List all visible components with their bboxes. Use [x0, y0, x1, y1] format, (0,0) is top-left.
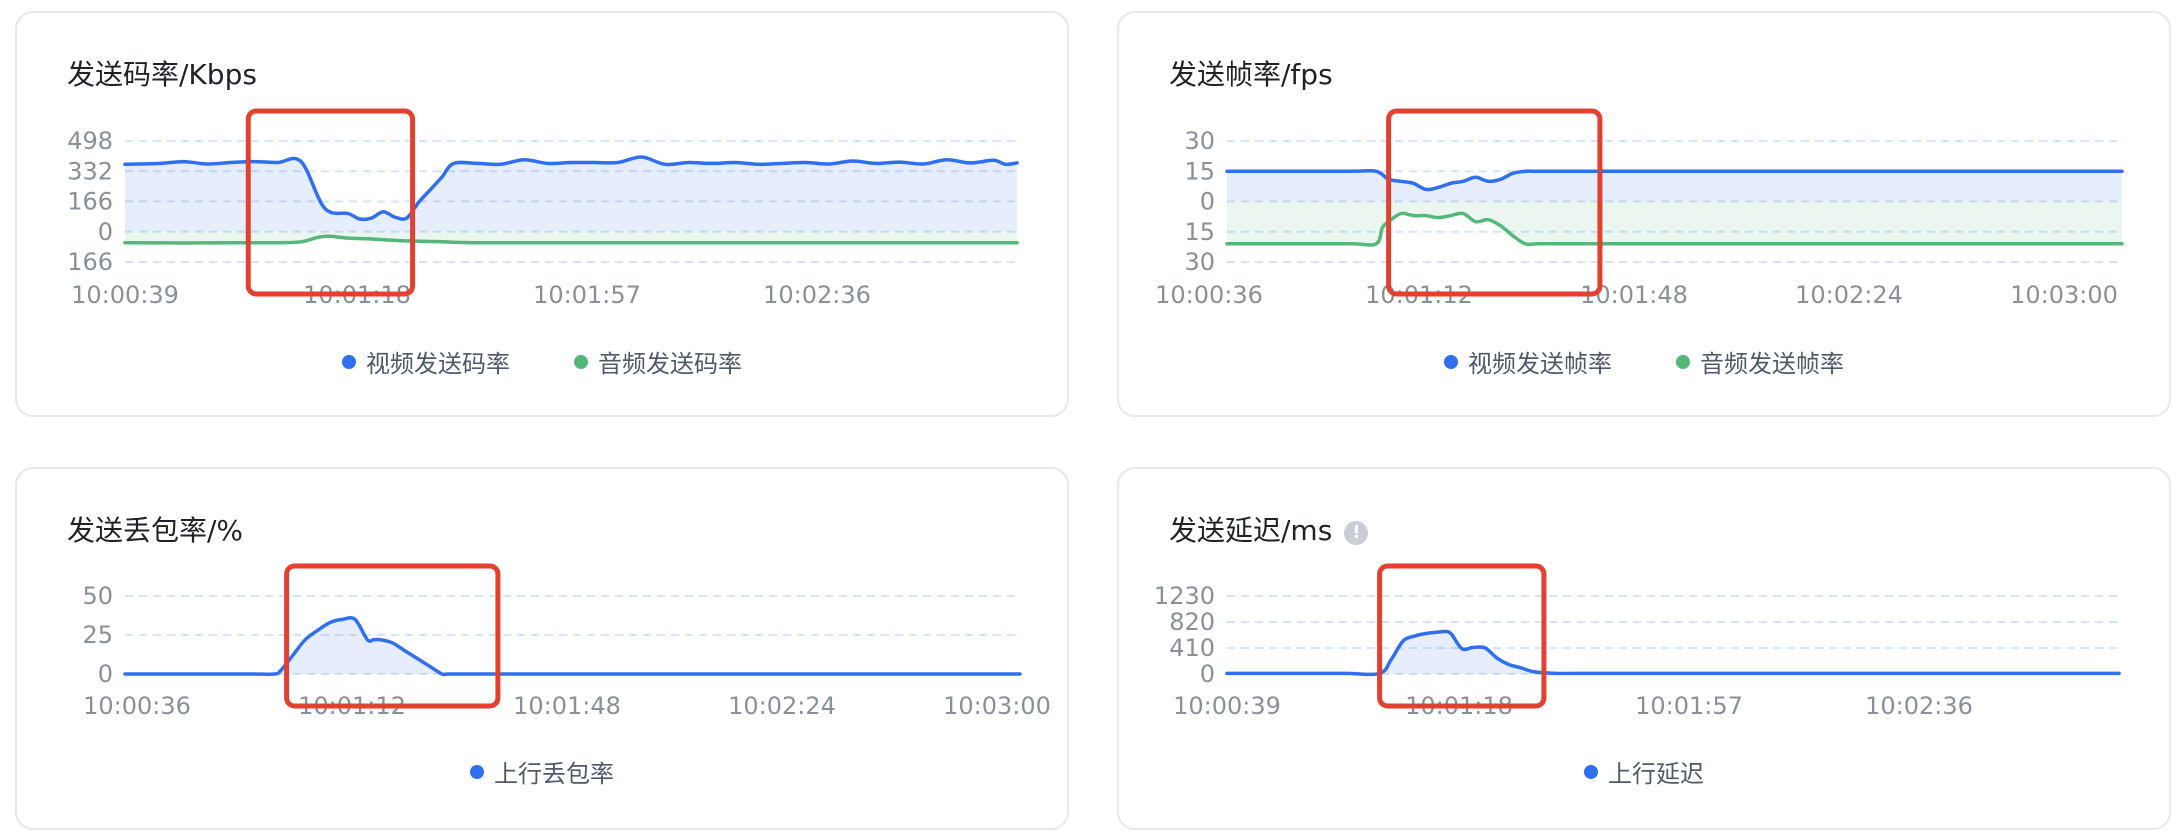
- x-tick-label: 10:02:36: [1865, 692, 1973, 720]
- legend-dot-icon: [1676, 354, 1690, 369]
- y-tick-label: 30: [1184, 248, 1215, 276]
- legend-item[interactable]: 上行丢包率: [470, 754, 614, 789]
- y-tick-label: 0: [98, 218, 113, 246]
- legend-dot-icon: [470, 764, 484, 779]
- bitrate-card: 发送码率/Kbps 498 332 166 0 166 10:00:39 10:01:18 1…: [15, 11, 1069, 417]
- legend-dot-icon: [1444, 354, 1458, 369]
- x-tick-label: 10:00:36: [83, 692, 191, 720]
- series-line: [1225, 629, 2121, 677]
- legend-item[interactable]: 音频发送帧率: [1676, 344, 1844, 379]
- legend: 视频发送码率 音频发送码率: [17, 344, 1067, 379]
- legend-item[interactable]: 上行延迟: [1584, 754, 1704, 789]
- legend-label: 上行丢包率: [494, 760, 614, 788]
- legend-label: 视频发送帧率: [1468, 350, 1612, 378]
- series-area: [125, 156, 1018, 232]
- y-tick-label: 1230: [1154, 582, 1215, 610]
- x-tick-label: 10:01:48: [513, 692, 621, 720]
- y-tick-label: 410: [1169, 634, 1215, 662]
- legend-label: 音频发送帧率: [1700, 350, 1844, 378]
- series-area: [125, 617, 1020, 675]
- legend-label: 视频发送码率: [366, 350, 510, 378]
- legend-dot-icon: [342, 354, 356, 369]
- loss-card: 发送丢包率/% 50 25 0 10:00:36 10:01:12 10:01:48 10:…: [15, 467, 1069, 830]
- x-tick-label: 10:03:00: [2010, 281, 2118, 309]
- y-tick-label: 332: [67, 157, 113, 185]
- y-tick-label: 50: [82, 582, 113, 610]
- x-tick-label: 10:02:24: [728, 692, 836, 720]
- y-tick-label: 25: [82, 621, 113, 649]
- delay-card: 发送延迟/ms! 1230 820 410 0 10:00:39 10:01:18 10:0…: [1117, 467, 2171, 830]
- y-tick-label: 166: [67, 188, 113, 216]
- x-tick-label: 10:02:36: [763, 281, 871, 309]
- y-tick-label: 498: [67, 127, 113, 155]
- legend: 上行丢包率: [17, 754, 1067, 789]
- x-tick-label: 10:03:00: [943, 692, 1051, 720]
- y-tick-label: 0: [1200, 188, 1215, 216]
- x-tick-label: 10:01:57: [1635, 692, 1743, 720]
- x-tick-label: 10:00:39: [71, 281, 179, 309]
- legend-label: 上行延迟: [1608, 760, 1704, 788]
- x-tick-label: 10:02:24: [1795, 281, 1903, 309]
- y-tick-label: 0: [98, 660, 113, 688]
- legend-item[interactable]: 视频发送帧率: [1444, 344, 1612, 379]
- series-area: [1227, 201, 2122, 245]
- x-tick-label: 10:01:57: [533, 281, 641, 309]
- series-line: [123, 616, 1022, 677]
- legend-item[interactable]: 视频发送码率: [342, 344, 510, 379]
- y-tick-label: 15: [1184, 157, 1215, 185]
- legend: 视频发送帧率 音频发送帧率: [1119, 344, 2169, 379]
- legend-dot-icon: [574, 354, 588, 369]
- series-area: [1227, 631, 2120, 675]
- legend-item[interactable]: 音频发送码率: [574, 344, 742, 379]
- x-tick-label: 10:00:36: [1155, 281, 1263, 309]
- series-area: [1227, 170, 2122, 202]
- legend-dot-icon: [1584, 764, 1598, 779]
- y-tick-label: 30: [1184, 127, 1215, 155]
- legend-label: 音频发送码率: [598, 350, 742, 378]
- y-tick-label: 820: [1169, 608, 1215, 636]
- x-tick-label: 10:00:39: [1173, 692, 1281, 720]
- highlight-box: [1377, 563, 1547, 709]
- y-tick-label: 15: [1184, 218, 1215, 246]
- legend: 上行延迟: [1119, 754, 2169, 789]
- y-tick-label: 166: [67, 248, 113, 276]
- framerate-card: 发送帧率/fps 30 15 0 15 30 10:00:36 10:01:12 10:01:…: [1117, 11, 2171, 417]
- y-tick-label: 0: [1200, 660, 1215, 688]
